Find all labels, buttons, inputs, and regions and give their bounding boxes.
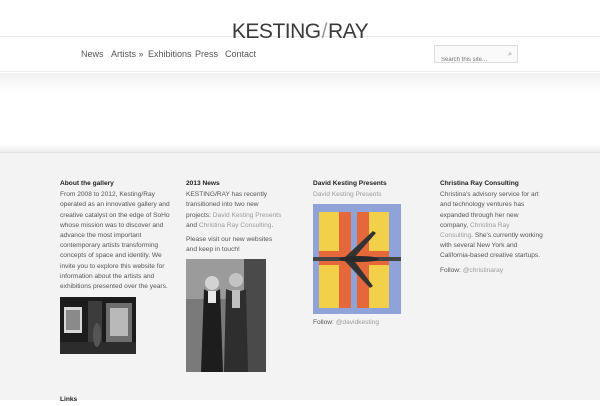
crc-follow: Follow: @christinaray bbox=[440, 266, 504, 274]
dkp-follow: Follow: @davidkesting bbox=[313, 319, 380, 327]
news-dkp-link[interactable]: David Kesting Presents bbox=[213, 212, 282, 219]
news-visit-text: Please visit our new websites and keep i… bbox=[186, 236, 273, 254]
dkp-heading: David Kesting Presents bbox=[313, 180, 387, 187]
crc-heading: Christina Ray Consulting bbox=[440, 180, 519, 187]
dkp-follow-link[interactable]: @davidkesting bbox=[336, 319, 379, 326]
nav-press[interactable]: Press bbox=[195, 49, 218, 59]
about-column: About the gallery From 2008 to 2012, Kes… bbox=[60, 179, 174, 355]
search-icon[interactable]: ⌕ bbox=[508, 50, 512, 59]
nav-artists[interactable]: Artists » bbox=[111, 49, 144, 59]
dkp-column: David Kesting Presents David Kesting Pre… bbox=[313, 179, 413, 333]
footer: About the gallery From 2008 to 2012, Kes… bbox=[0, 152, 600, 403]
nav-news[interactable]: News bbox=[81, 49, 104, 59]
search-box: ⌕ bbox=[434, 45, 518, 68]
news-heading: 2013 News bbox=[186, 180, 220, 187]
site-logo[interactable]: KESTING/RAY bbox=[0, 0, 600, 43]
crc-text: Christina's advisory service for art and… bbox=[440, 191, 543, 260]
nav-exhibitions[interactable]: Exhibitions bbox=[148, 49, 192, 59]
crc-follow-link[interactable]: @christinaray bbox=[463, 267, 503, 274]
links-column: Links bbox=[60, 395, 178, 406]
news-text: KESTING/RAY has recently transitioned in… bbox=[186, 191, 282, 229]
about-heading: About the gallery bbox=[60, 180, 114, 187]
news-column: 2013 News KESTING/RAY has recently trans… bbox=[186, 179, 282, 373]
content-area bbox=[0, 73, 600, 152]
news-crc-link[interactable]: Christina Ray Consulting bbox=[199, 222, 272, 229]
dkp-artwork-image[interactable] bbox=[313, 204, 401, 315]
about-text: From 2008 to 2012, Kesting/Ray operated … bbox=[60, 191, 170, 291]
gallery-photo bbox=[60, 297, 136, 355]
founders-photo bbox=[186, 259, 266, 373]
nav-contact[interactable]: Contact bbox=[225, 49, 256, 59]
dkp-link[interactable]: David Kesting Presents bbox=[313, 191, 382, 198]
crc-column: Christina Ray Consulting Christina's adv… bbox=[440, 179, 544, 280]
links-heading: Links bbox=[60, 396, 78, 403]
search-input[interactable] bbox=[435, 52, 503, 68]
